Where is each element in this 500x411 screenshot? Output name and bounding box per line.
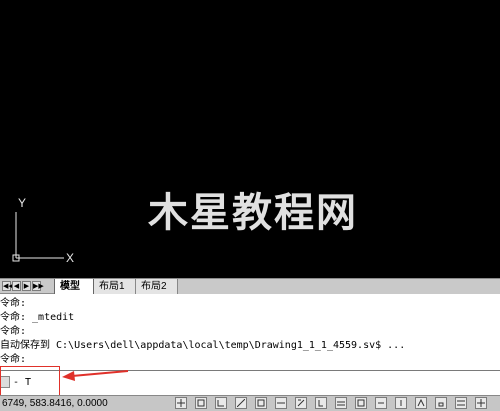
prev-tab-button[interactable]: ◀ (12, 281, 21, 291)
command-history: 令命: 令命: _mtedit 令命: 自动保存到 C:\Users\dell\… (0, 294, 500, 370)
watermark: 木星教程网 (148, 190, 358, 236)
qp-icon[interactable] (375, 397, 387, 409)
am-icon[interactable] (415, 397, 427, 409)
drawing-canvas[interactable]: Y X 木星教程网 (0, 0, 500, 278)
status-bar: 6749, 583.8416, 0.0000 (0, 395, 500, 411)
tpy-icon[interactable] (355, 397, 367, 409)
command-line: 令命: (0, 326, 27, 337)
ortho-icon[interactable] (215, 397, 227, 409)
command-line: 令命: _mtedit (0, 312, 75, 323)
ucs-x-label: X (66, 251, 74, 265)
lwt-icon[interactable] (335, 397, 347, 409)
command-line: 自动保存到 C:\Users\dell\appdata\local\temp\D… (0, 340, 406, 351)
coordinate-readout: 6749, 583.8416, 0.0000 (2, 398, 108, 409)
lock-icon[interactable] (435, 397, 447, 409)
polar-icon[interactable] (235, 397, 247, 409)
next-tab-button[interactable]: ▶ (22, 281, 31, 291)
tab-layout1[interactable]: 布局1 (94, 279, 136, 294)
command-line: 令命: (0, 354, 27, 365)
ducs-icon[interactable] (295, 397, 307, 409)
ucs-icon: Y X (12, 196, 74, 265)
arrow-icon (62, 370, 129, 381)
clean-screen-icon[interactable] (475, 397, 487, 409)
command-line: 令命: (0, 298, 27, 309)
highlight-box (0, 366, 60, 397)
grid-icon[interactable] (195, 397, 207, 409)
snap-icon[interactable] (175, 397, 187, 409)
first-tab-button[interactable]: ◀◀ (2, 281, 14, 291)
layout-tab-bar: ◀◀ ◀ ▶ ▶▶ 模型 布局1 布局2 (0, 278, 500, 294)
ucs-y-label: Y (18, 196, 26, 210)
otrack-icon[interactable] (275, 397, 287, 409)
last-tab-button[interactable]: ▶▶ (32, 281, 44, 291)
dyn-icon[interactable] (315, 397, 327, 409)
annotation-icon[interactable] (455, 397, 467, 409)
sc-icon[interactable] (395, 397, 407, 409)
osnap-icon[interactable] (255, 397, 267, 409)
tab-bar-filler (178, 279, 500, 294)
tab-layout2[interactable]: 布局2 (136, 279, 178, 294)
tab-model[interactable]: 模型 (54, 279, 94, 294)
